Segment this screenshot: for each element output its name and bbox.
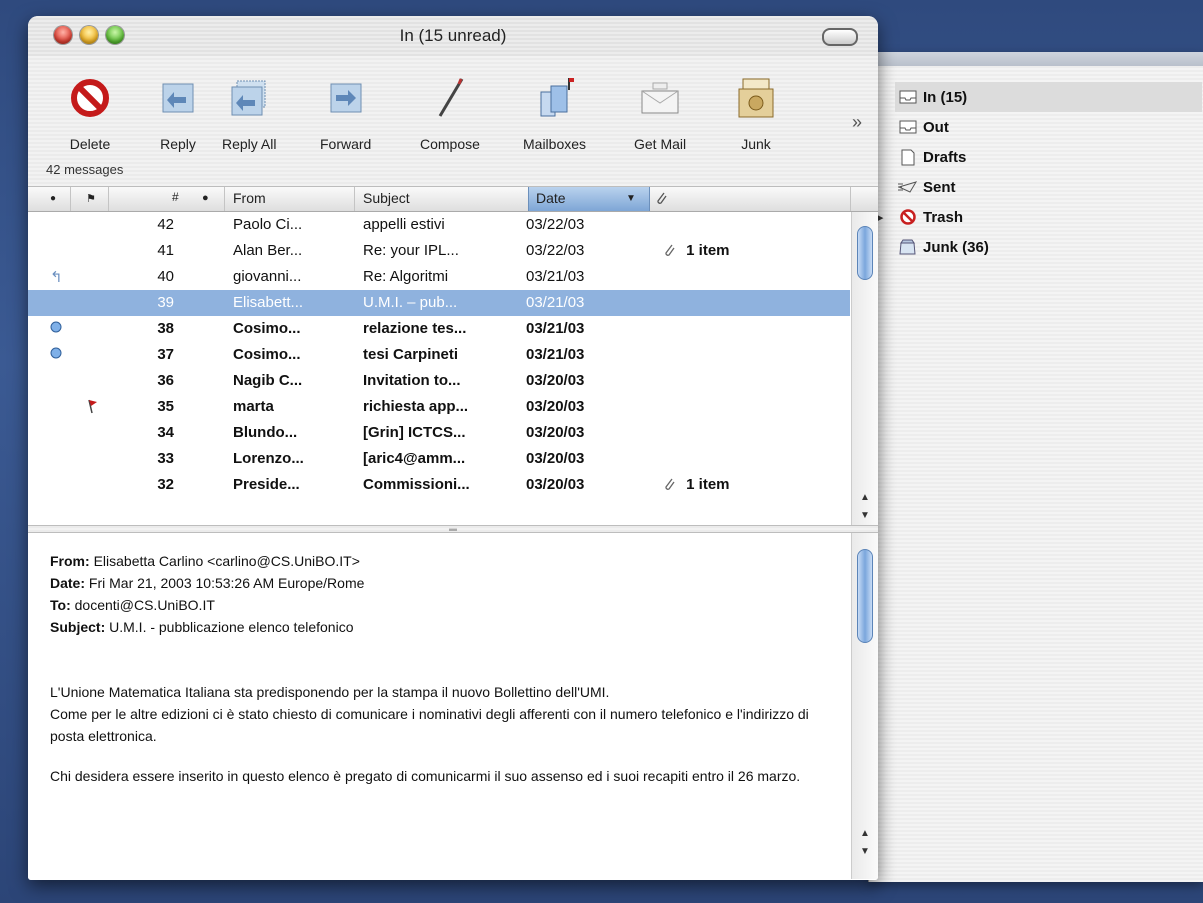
date-column-header[interactable]: Date [536, 190, 566, 206]
table-row-selected[interactable]: 39 Elisabett... U.M.I. – pub... 03/21/03 [28, 290, 850, 316]
drawer-top-bar [869, 52, 1203, 66]
unread-dot-icon [50, 346, 62, 363]
flag-column-icon[interactable]: ⚑ [86, 192, 96, 205]
attachment-column-icon[interactable] [654, 190, 668, 209]
compose-icon [428, 76, 472, 120]
drafts-icon [897, 149, 919, 166]
window-controls [54, 26, 124, 44]
junk-icon [734, 76, 778, 120]
body-paragraph: Chi desidera essere inserito in questo e… [50, 768, 801, 784]
attachment-indicator: 1 item [662, 476, 730, 493]
activity-column-icon[interactable]: ● [202, 192, 209, 204]
table-row[interactable]: 37 Cosimo... tesi Carpineti 03/21/03 [28, 342, 850, 368]
mailbox-label: Drafts [923, 148, 967, 166]
forward-button[interactable]: Forward [320, 76, 371, 152]
table-row[interactable]: 34 Blundo... [Grin] ICTCS... 03/20/03 [28, 420, 850, 446]
close-button[interactable] [54, 26, 72, 44]
from-column-header[interactable]: From [233, 190, 266, 206]
mailbox-label: Sent [923, 178, 956, 196]
status-column-icon[interactable]: ● [50, 193, 56, 204]
header-date: Date: Fri Mar 21, 2003 10:53:26 AM Europ… [50, 575, 365, 591]
preview-scroll-thumb[interactable] [857, 549, 873, 643]
mailbox-label: Out [923, 118, 949, 136]
paperclip-icon [665, 478, 675, 490]
reply-all-button[interactable]: Reply All [222, 76, 276, 152]
inbox-icon [897, 90, 919, 104]
list-scroll-arrows[interactable]: ▲ ▼ [852, 489, 878, 525]
toolbar-overflow-button[interactable]: » [852, 112, 862, 133]
zoom-button[interactable] [106, 26, 124, 44]
mailbox-in[interactable]: In (15) [895, 82, 1202, 112]
header-to: To: docenti@CS.UniBO.IT [50, 597, 215, 613]
delete-icon [68, 76, 112, 120]
table-row[interactable]: 41 Alan Ber... Re: your IPL... 03/22/03 … [28, 238, 850, 264]
body-paragraph: L'Unione Matematica Italiana sta predisp… [50, 684, 809, 744]
table-row[interactable]: 42 Paolo Ci... appelli estivi 03/22/03 [28, 212, 850, 238]
preview-scroll-arrows[interactable]: ▲ ▼ [852, 825, 878, 861]
column-header: ● ⚑ # ● From Subject Date ▼ [28, 187, 878, 212]
mail-window: In (15 unread) Delete Reply Reply All Fo… [28, 16, 878, 880]
pane-splitter[interactable]: ▬ [438, 524, 468, 533]
get-mail-icon [638, 76, 682, 120]
minimize-button[interactable] [80, 26, 98, 44]
table-row[interactable]: 38 Cosimo... relazione tes... 03/21/03 [28, 316, 850, 342]
table-row[interactable]: 32 Preside... Commissioni... 03/20/03 1 … [28, 472, 850, 498]
forward-icon [324, 76, 368, 120]
mailbox-sent[interactable]: Sent [897, 172, 1202, 202]
outbox-icon [897, 120, 919, 134]
number-column-header[interactable]: # [172, 190, 179, 204]
mailbox-label: Trash [923, 208, 964, 226]
get-mail-button[interactable]: Get Mail [634, 76, 686, 152]
mailbox-trash[interactable]: ▶ Trash [875, 202, 1202, 232]
window-title: In (15 unread) [399, 26, 507, 45]
replied-icon: ↰ [50, 269, 63, 286]
preview-scrollbar[interactable]: ▲ ▼ [851, 533, 878, 879]
sort-descending-icon: ▼ [626, 193, 636, 204]
table-row[interactable]: 33 Lorenzo... [aric4@amm... 03/20/03 [28, 446, 850, 472]
reply-button[interactable]: Reply [156, 76, 200, 152]
message-body: L'Unione Matematica Italiana sta predisp… [50, 681, 810, 805]
message-preview: From: Elisabetta Carlino <carlino@CS.Uni… [28, 532, 878, 880]
paperclip-icon [665, 244, 675, 256]
trash-icon [897, 209, 919, 225]
reply-icon [156, 76, 200, 120]
message-list: ● ⚑ # ● From Subject Date ▼ 42 Paolo Ci.… [28, 186, 878, 526]
header-from: From: Elisabetta Carlino <carlino@CS.Uni… [50, 553, 360, 569]
mailbox-list: In (15) Out Drafts Sent ▶ Trash Junk (36… [875, 82, 1202, 262]
reply-all-icon [227, 76, 271, 120]
mailbox-junk[interactable]: Junk (36) [897, 232, 1202, 262]
mailboxes-button[interactable]: Mailboxes [523, 76, 586, 152]
attachment-indicator: 1 item [662, 242, 730, 259]
delete-button[interactable]: Delete [68, 76, 112, 152]
mailboxes-icon [533, 76, 577, 120]
junk-mailbox-icon [897, 239, 919, 255]
message-rows: 42 Paolo Ci... appelli estivi 03/22/03 4… [28, 212, 850, 498]
mailbox-label: Junk (36) [923, 238, 989, 256]
subject-column-header[interactable]: Subject [363, 190, 410, 206]
header-subject: Subject: U.M.I. - pubblicazione elenco t… [50, 619, 354, 635]
sent-icon [897, 181, 919, 193]
table-row[interactable]: ↰ 40 giovanni... Re: Algoritmi 03/21/03 [28, 264, 850, 290]
list-scroll-thumb[interactable] [857, 226, 873, 280]
title-bar[interactable]: In (15 unread) [28, 16, 878, 56]
toolbar-toggle-button[interactable] [822, 28, 858, 46]
unread-dot-icon [50, 320, 62, 337]
table-row[interactable]: 35 marta richiesta app... 03/20/03 [28, 394, 850, 420]
mailbox-label: In (15) [923, 88, 968, 106]
toolbar: Delete Reply Reply All Forward Compose M… [28, 56, 878, 160]
mailbox-out[interactable]: Out [897, 112, 1202, 142]
junk-button[interactable]: Junk [734, 76, 778, 152]
compose-button[interactable]: Compose [420, 76, 480, 152]
mailbox-drawer: In (15) Out Drafts Sent ▶ Trash Junk (36… [868, 52, 1203, 882]
table-row[interactable]: 36 Nagib C... Invitation to... 03/20/03 [28, 368, 850, 394]
message-count: 42 messages [46, 162, 124, 177]
list-scrollbar[interactable]: ▲ ▼ [851, 212, 878, 525]
flag-icon [86, 398, 98, 418]
mailbox-drafts[interactable]: Drafts [897, 142, 1202, 172]
